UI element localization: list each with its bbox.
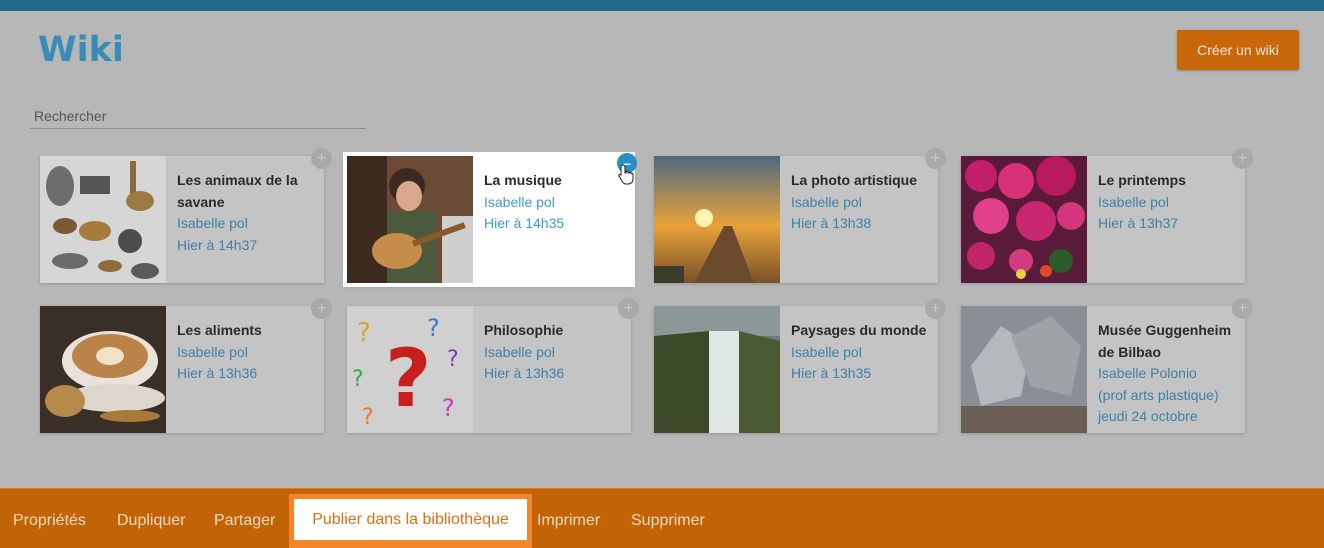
card-title: Les aliments: [177, 322, 262, 338]
svg-text:?: ?: [442, 394, 455, 422]
action-delete[interactable]: Supprimer: [631, 512, 705, 530]
wiki-thumbnail: [961, 156, 1087, 283]
svg-text:?: ?: [352, 367, 364, 392]
wiki-thumbnail: [654, 306, 780, 433]
card-author: Isabelle pol: [791, 193, 862, 210]
search-underline: [30, 128, 366, 129]
action-duplicate[interactable]: Dupliquer: [117, 512, 185, 530]
card-author: Isabelle pol: [484, 193, 555, 210]
plus-circle-icon[interactable]: +: [311, 148, 332, 169]
card-title: Les animaux de la: [177, 172, 298, 188]
card-author: Isabelle pol: [484, 343, 555, 360]
card-date: Hier à 13h37: [1098, 215, 1179, 231]
svg-text:?: ?: [427, 314, 440, 342]
card-author: Isabelle Polonio: [1098, 365, 1197, 381]
card-title: Paysages du monde: [791, 322, 927, 338]
wiki-card-animals[interactable]: Les animaux de la savane Isabelle pol Hi…: [40, 148, 332, 283]
card-date: Hier à 14h37: [177, 236, 258, 253]
svg-text:?: ?: [447, 347, 459, 372]
card-title: La musique: [484, 172, 562, 188]
wiki-thumbnail: [40, 306, 166, 433]
wiki-card-food[interactable]: Les aliments Isabelle pol Hier à 13h36 +: [40, 298, 332, 433]
wiki-card-photo[interactable]: La photo artistique Isabelle pol Hier à …: [654, 148, 946, 283]
hand-pointer-icon: [618, 164, 636, 191]
card-author: Isabelle pol: [177, 215, 248, 231]
svg-text:?: ?: [362, 405, 374, 430]
svg-text:?: ?: [385, 332, 431, 425]
page-title: Wiki: [38, 30, 124, 70]
search-input[interactable]: Rechercher: [34, 108, 106, 124]
action-publish-highlight: Publier dans la bibliothèque: [289, 494, 532, 548]
plus-circle-icon[interactable]: +: [1232, 298, 1253, 319]
plus-circle-icon[interactable]: +: [618, 298, 639, 319]
plus-circle-icon[interactable]: +: [925, 298, 946, 319]
wiki-card-landscapes[interactable]: Paysages du monde Isabelle pol Hier à 13…: [654, 298, 946, 433]
card-title: La photo artistique: [791, 172, 917, 188]
wiki-thumbnail: [654, 156, 780, 283]
plus-circle-icon[interactable]: +: [311, 298, 332, 319]
wiki-thumbnail: ? ? ? ? ? ? ?: [347, 306, 473, 433]
card-date-overflow: 2019: [1098, 428, 1243, 434]
card-date: Hier à 13h36: [484, 365, 565, 381]
wiki-thumbnail: [347, 156, 473, 283]
plus-circle-icon[interactable]: +: [925, 148, 946, 169]
card-author: Isabelle pol: [177, 343, 248, 360]
card-title: Musée Guggenheim: [1098, 322, 1232, 338]
action-share[interactable]: Partager: [214, 512, 275, 530]
wiki-card-spring[interactable]: Le printemps Isabelle pol Hier à 13h37 +: [961, 148, 1253, 283]
wiki-card-philosophy[interactable]: ? ? ? ? ? ? ? Philosophie Isabelle pol H…: [347, 298, 639, 433]
card-date: Hier à 13h36: [177, 365, 258, 381]
card-author: Isabelle pol: [1098, 193, 1169, 210]
action-print[interactable]: Imprimer: [537, 512, 600, 530]
card-author: (prof arts plastique): [1098, 386, 1219, 403]
card-title: Philosophie: [484, 322, 564, 338]
card-title: de Bilbao: [1098, 343, 1162, 360]
create-wiki-button[interactable]: Créer un wiki: [1177, 30, 1299, 70]
card-author: Isabelle pol: [791, 343, 862, 360]
wiki-thumbnail: [961, 306, 1087, 433]
card-date: Hier à 14h35: [484, 215, 565, 231]
card-date: Hier à 13h35: [791, 365, 872, 381]
card-title: Le printemps: [1098, 172, 1186, 188]
card-date: Hier à 13h38: [791, 215, 872, 231]
action-bar: Propriétés Dupliquer Partager Imprimer S…: [0, 488, 1324, 548]
plus-circle-icon[interactable]: +: [1232, 148, 1253, 169]
wiki-card-music[interactable]: La musique Isabelle pol Hier à 14h35 –: [347, 153, 637, 283]
top-bar: [0, 0, 1324, 11]
wiki-card-guggenheim[interactable]: Musée Guggenheim de Bilbao Isabelle Polo…: [961, 298, 1253, 434]
action-properties[interactable]: Propriétés: [13, 512, 86, 530]
action-publish[interactable]: Publier dans la bibliothèque: [294, 499, 527, 540]
card-date: jeudi 24 octobre: [1098, 408, 1198, 424]
card-title: savane: [177, 193, 225, 210]
svg-text:?: ?: [357, 318, 371, 348]
wiki-thumbnail: [40, 156, 166, 283]
